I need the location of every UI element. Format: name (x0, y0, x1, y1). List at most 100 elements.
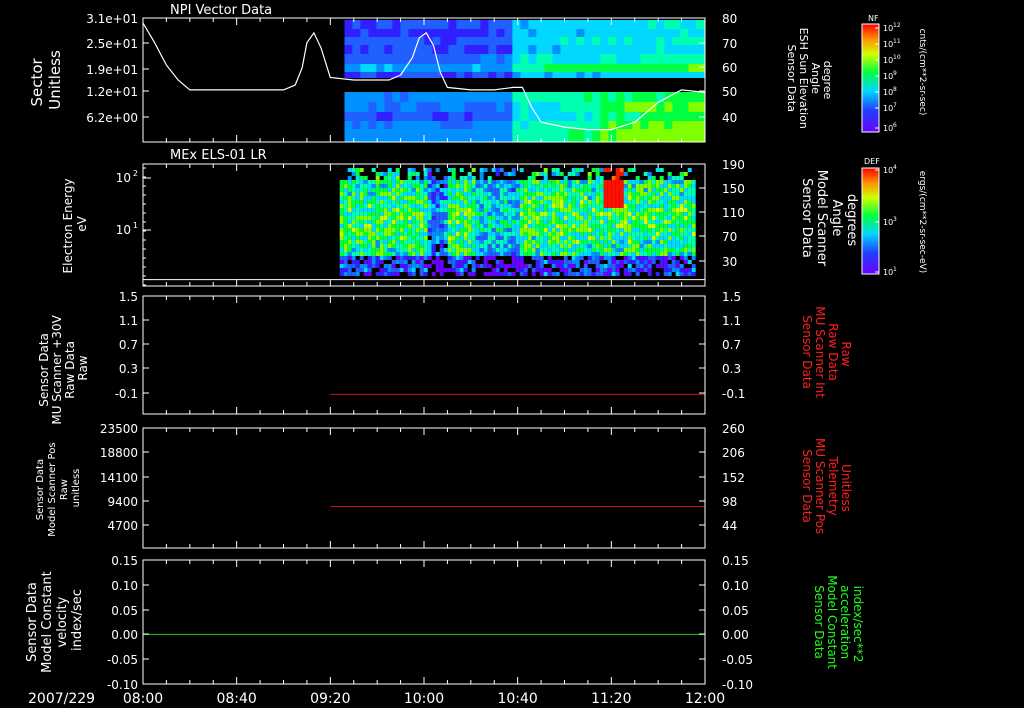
els-cell (543, 212, 548, 216)
els-cell (591, 252, 596, 256)
npi-cell (576, 54, 585, 64)
els-cell (399, 188, 404, 192)
npi-cell (632, 37, 641, 45)
els-cell (555, 272, 560, 276)
els-cell (579, 192, 584, 196)
npi-cell (672, 37, 681, 45)
els-cell (539, 264, 544, 268)
els-cell (667, 268, 672, 272)
els-cell (615, 204, 620, 208)
els-cell (479, 240, 484, 244)
els-cell (619, 232, 624, 236)
npi-cell (496, 64, 505, 72)
els-cell (647, 256, 652, 260)
els-cell (367, 192, 372, 196)
els-cell (675, 236, 680, 240)
els-cell (531, 180, 536, 184)
els-cell (383, 228, 388, 232)
els-cell (679, 208, 684, 212)
npi-cell (568, 20, 577, 29)
els-cell (619, 216, 624, 220)
els-cell (447, 232, 452, 236)
els-cell (471, 228, 476, 232)
els-cell (439, 204, 444, 208)
npi-cell (376, 45, 385, 54)
els-cell (623, 248, 628, 252)
els-cell (519, 168, 524, 172)
els-cell (399, 212, 404, 216)
els-cell (379, 268, 384, 272)
els-cell (363, 212, 368, 216)
npi-cell (344, 54, 353, 64)
npi-cell (672, 45, 681, 54)
els-cell (531, 172, 536, 176)
els-cell (543, 200, 548, 204)
els-cell (503, 268, 508, 272)
els-cell (403, 216, 408, 220)
els-cell (483, 184, 488, 188)
els-cell (443, 204, 448, 208)
els-cell (511, 172, 516, 176)
npi-cell (672, 54, 681, 64)
els-cell (635, 236, 640, 240)
els-cell (655, 224, 660, 228)
els-cell (351, 232, 356, 236)
els-cell (551, 228, 556, 232)
els-cell (407, 248, 412, 252)
els-cell (531, 196, 536, 200)
els-cell (691, 184, 696, 188)
npi-cell (528, 129, 537, 142)
els-cell (395, 184, 400, 188)
els-cell (379, 180, 384, 184)
els-cell (639, 232, 644, 236)
els-cell (603, 228, 608, 232)
els-cell (459, 168, 464, 172)
els-cell (603, 208, 608, 212)
els-cell (687, 268, 692, 272)
els-cell (587, 204, 592, 208)
els-cell (583, 220, 588, 224)
els-cell (487, 244, 492, 248)
npi-cell (432, 37, 441, 45)
els-cell (391, 180, 396, 184)
els-cell (527, 212, 532, 216)
els-cell (619, 264, 624, 268)
els-cell (415, 236, 420, 240)
els-cell (519, 240, 524, 244)
els-cell (415, 192, 420, 196)
els-cell (567, 196, 572, 200)
npi-cell (576, 102, 585, 112)
els-cell (623, 240, 628, 244)
els-cell (531, 248, 536, 252)
panel1-y2tick-label: 70 (722, 37, 737, 51)
els-cell (431, 220, 436, 224)
els-cell (511, 240, 516, 244)
els-cell (551, 204, 556, 208)
els-cell (611, 232, 616, 236)
els-cell (683, 180, 688, 184)
panel4-left-label: Sensor Data Model Scanner Pos Raw unitle… (35, 439, 82, 536)
els-cell (663, 196, 668, 200)
els-cell (683, 200, 688, 204)
els-cell (407, 172, 412, 176)
npi-cell (616, 72, 625, 78)
els-cell (615, 232, 620, 236)
npi-cell (504, 64, 513, 72)
els-cell (655, 184, 660, 188)
els-cell (359, 204, 364, 208)
els-cell (415, 240, 420, 244)
els-cell (483, 224, 488, 228)
els-cell (383, 232, 388, 236)
els-cell (463, 236, 468, 240)
els-cell (655, 204, 660, 208)
npi-cell (480, 37, 489, 45)
els-cell (435, 236, 440, 240)
els-cell (535, 216, 540, 220)
els-cell (511, 252, 516, 256)
npi-cell (376, 37, 385, 45)
els-cell (419, 248, 424, 252)
els-cell (587, 208, 592, 212)
els-cell (371, 256, 376, 260)
els-cell (575, 172, 580, 176)
els-cell (371, 180, 376, 184)
